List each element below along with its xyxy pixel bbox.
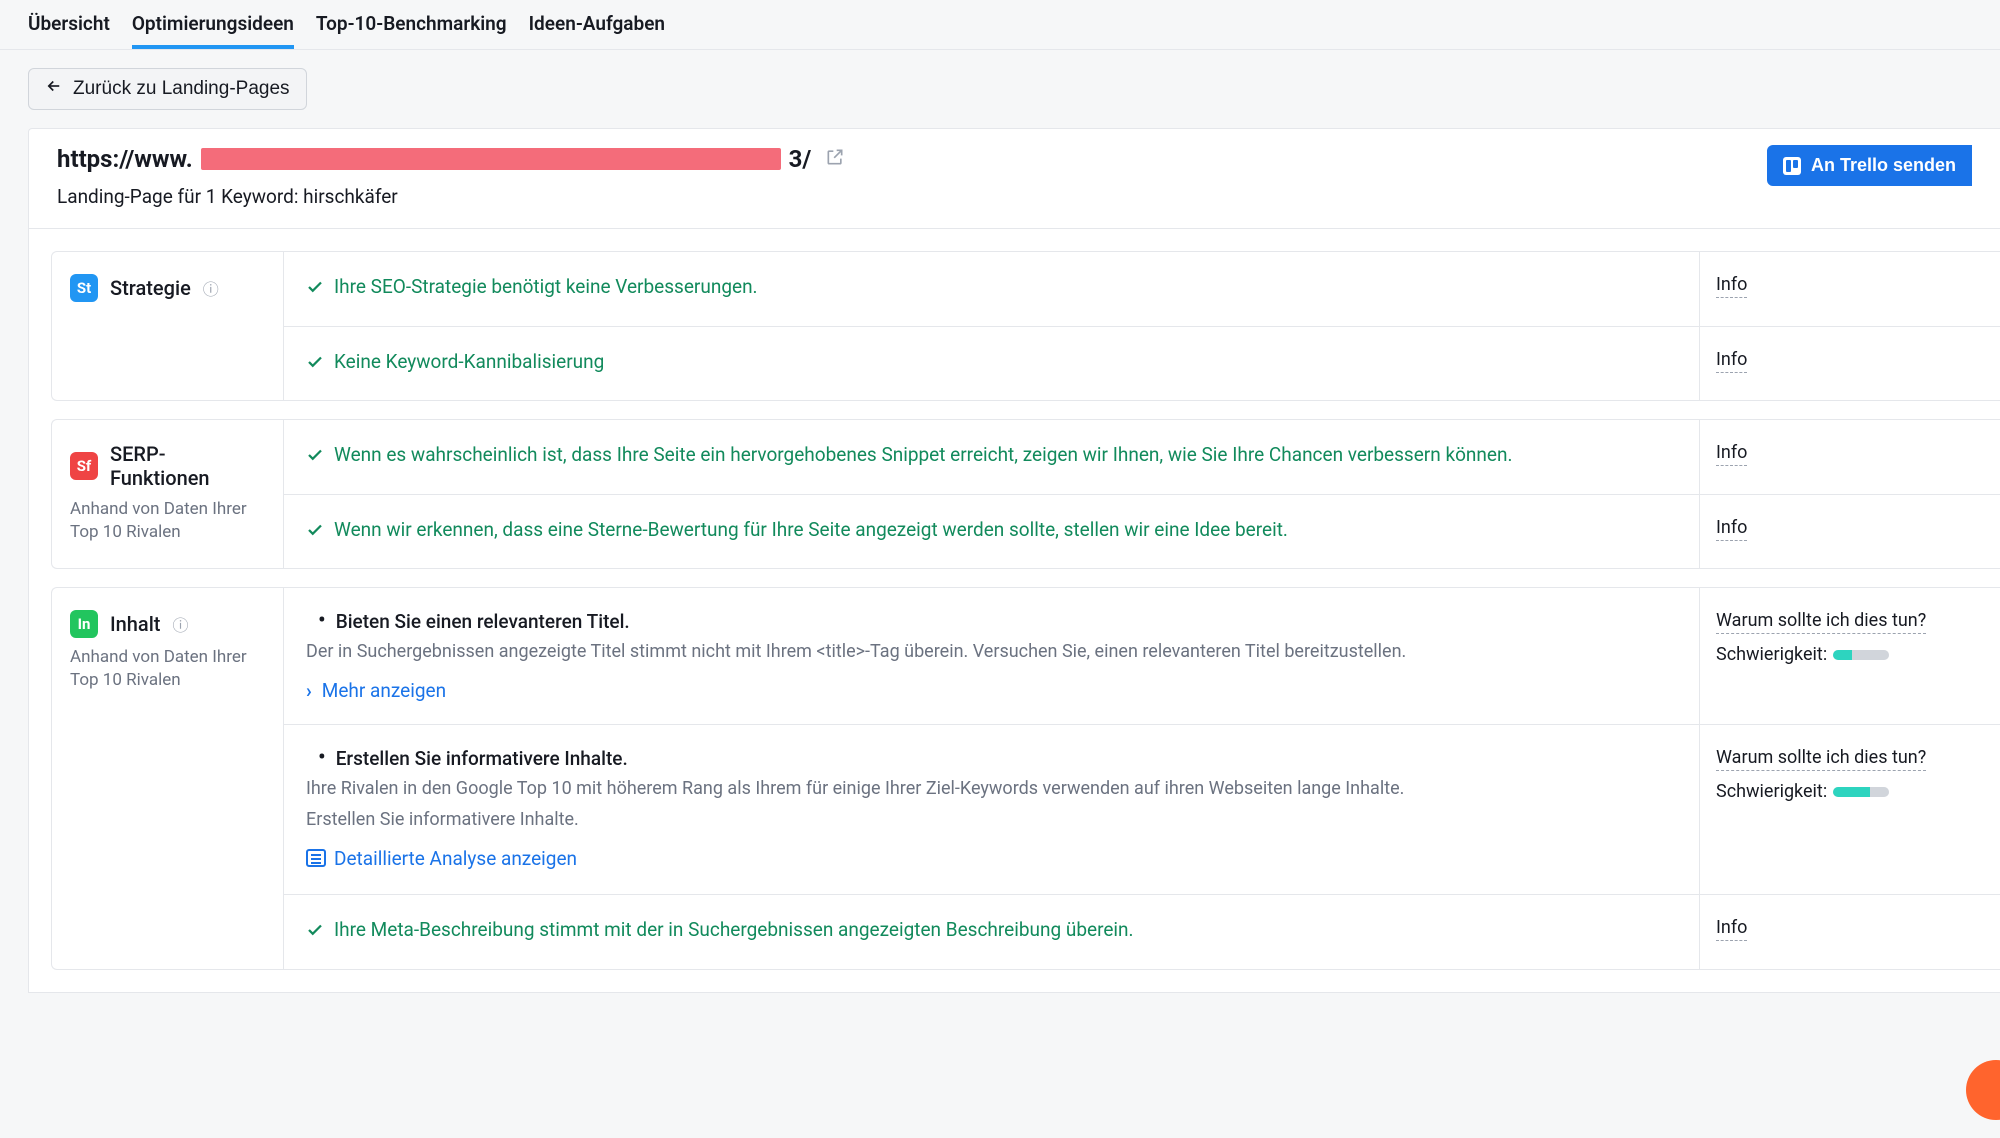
back-label: Zurück zu Landing-Pages xyxy=(73,78,290,100)
tab-tasks[interactable]: Ideen-Aufgaben xyxy=(529,0,665,49)
list-item: Ihre Meta-Beschreibung stimmt mit der in… xyxy=(284,895,2000,969)
tab-bar: Übersicht Optimierungsideen Top-10-Bench… xyxy=(0,0,2000,50)
group-serp: Sf SERP-Funktionen Anhand von Daten Ihre… xyxy=(51,419,2000,569)
show-more-label: Mehr anzeigen xyxy=(322,679,446,702)
detailed-label: Detaillierte Analyse anzeigen xyxy=(334,847,577,870)
content-subtitle: Anhand von Daten Ihrer Top 10 Rivalen xyxy=(70,646,265,692)
detailed-analysis-link[interactable]: Detaillierte Analyse anzeigen xyxy=(306,847,577,870)
list-item: Wenn wir erkennen, dass eine Sterne-Bewe… xyxy=(284,495,2000,569)
check-icon xyxy=(306,352,324,379)
info-link[interactable]: Info xyxy=(1716,274,1747,298)
strategy-info-icon[interactable]: ⓘ xyxy=(203,276,219,300)
item-desc2: Erstellen Sie informativere Inhalte. xyxy=(306,807,1677,833)
list-item: Wenn es wahrscheinlich ist, dass Ihre Se… xyxy=(284,420,2000,495)
check-icon xyxy=(306,920,324,947)
item-desc: Ihre Rivalen in den Google Top 10 mit hö… xyxy=(306,776,1677,802)
content-title: Inhalt xyxy=(110,612,160,636)
item-text: Wenn es wahrscheinlich ist, dass Ihre Se… xyxy=(334,442,1512,469)
trello-label: An Trello senden xyxy=(1811,155,1956,176)
strategy-badge: St xyxy=(70,274,98,302)
item-bullet: Bieten Sie einen relevanteren Titel. xyxy=(336,610,630,633)
item-text: Ihre SEO-Strategie benötigt keine Verbes… xyxy=(334,274,758,301)
item-bullet: Erstellen Sie informativere Inhalte. xyxy=(336,747,628,770)
item-text: Wenn wir erkennen, dass eine Sterne-Bewe… xyxy=(334,517,1288,544)
info-link[interactable]: Info xyxy=(1716,517,1747,541)
difficulty-meter xyxy=(1833,650,1889,660)
chevron-right-icon: › xyxy=(306,679,312,702)
page-header: https://www. 3/ Landing-Page für 1 Keywor… xyxy=(29,129,2000,229)
list-item: Ihre SEO-Strategie benötigt keine Verbes… xyxy=(284,252,2000,327)
list-item: Keine Keyword-Kannibalisierung Info xyxy=(284,327,2000,401)
tab-overview[interactable]: Übersicht xyxy=(28,0,110,49)
list-item: • Bieten Sie einen relevanteren Titel. De… xyxy=(284,588,2000,725)
page-subtitle: Landing-Page für 1 Keyword: hirschkäfer xyxy=(57,185,845,208)
item-text: Keine Keyword-Kannibalisierung xyxy=(334,349,604,376)
url-redacted xyxy=(201,148,781,170)
tab-benchmark[interactable]: Top-10-Benchmarking xyxy=(316,0,507,49)
show-more-link[interactable]: › Mehr anzeigen xyxy=(306,679,446,702)
back-arrow-icon xyxy=(45,77,63,101)
check-icon xyxy=(306,277,324,304)
info-link[interactable]: Info xyxy=(1716,917,1747,941)
info-link[interactable]: Info xyxy=(1716,442,1747,466)
serp-subtitle: Anhand von Daten Ihrer Top 10 Rivalen xyxy=(70,498,265,544)
difficulty-meter xyxy=(1833,787,1889,797)
item-text: Ihre Meta-Beschreibung stimmt mit der in… xyxy=(334,917,1134,944)
check-icon xyxy=(306,445,324,472)
send-to-trello-button[interactable]: An Trello senden xyxy=(1767,145,1972,186)
main-panel: https://www. 3/ Landing-Page für 1 Keywor… xyxy=(28,128,2000,993)
report-icon xyxy=(306,849,326,867)
item-desc: Der in Suchergebnissen angezeigte Titel … xyxy=(306,639,1677,665)
serp-badge: Sf xyxy=(70,452,98,480)
tab-ideas[interactable]: Optimierungsideen xyxy=(132,0,294,49)
url-prefix: https://www. xyxy=(57,145,193,173)
check-icon xyxy=(306,520,324,547)
serp-title: SERP-Funktionen xyxy=(110,442,265,490)
group-content: In Inhalt ⓘ Anhand von Daten Ihrer Top 1… xyxy=(51,587,2000,969)
strategy-title: Strategie xyxy=(110,276,191,300)
back-button[interactable]: Zurück zu Landing-Pages xyxy=(28,68,307,110)
bullet-icon: • xyxy=(306,747,326,770)
page-url: https://www. 3/ xyxy=(57,145,845,173)
url-suffix: 3/ xyxy=(789,145,812,173)
why-link[interactable]: Warum sollte ich dies tun? xyxy=(1716,610,1926,634)
open-external-icon[interactable] xyxy=(825,147,845,172)
difficulty-label: Schwierigkeit: xyxy=(1716,644,1827,665)
info-link[interactable]: Info xyxy=(1716,349,1747,373)
content-info-icon[interactable]: ⓘ xyxy=(172,612,188,636)
content-badge: In xyxy=(70,610,98,638)
trello-icon xyxy=(1783,157,1801,175)
list-item: • Erstellen Sie informativere Inhalte. Ih… xyxy=(284,725,2000,895)
bullet-icon: • xyxy=(306,610,326,633)
difficulty-label: Schwierigkeit: xyxy=(1716,781,1827,802)
why-link[interactable]: Warum sollte ich dies tun? xyxy=(1716,747,1926,771)
help-fab[interactable] xyxy=(1966,1060,2000,1120)
group-strategy: St Strategie ⓘ Ihre SEO-Strategie benöti… xyxy=(51,251,2000,401)
